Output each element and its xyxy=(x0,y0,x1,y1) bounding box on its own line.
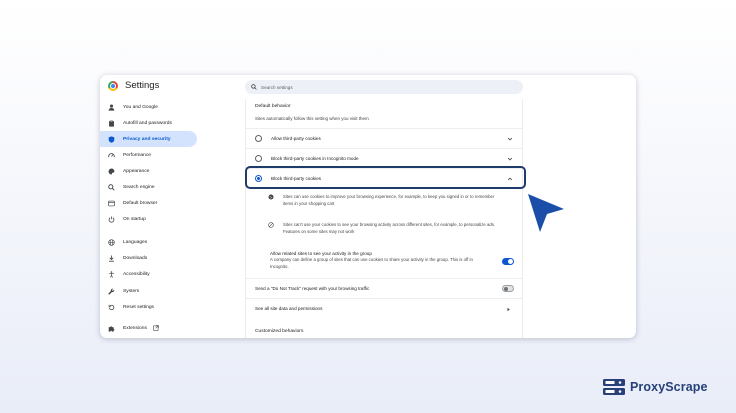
detail-cookies-blocked: Sites can't use your cookies to see your… xyxy=(268,221,503,235)
power-icon xyxy=(108,216,115,223)
option-label: Allow third-party cookies xyxy=(271,136,321,141)
browser-icon xyxy=(108,200,115,207)
option-label: Block third-party cookies in Incognito m… xyxy=(271,156,359,161)
chevron-down-icon[interactable] xyxy=(507,136,513,142)
sidebar-item-label: Search engine xyxy=(123,184,155,190)
puzzle-icon xyxy=(108,325,115,332)
section-heading: Default behavior xyxy=(255,104,291,109)
sidebar-item-label: Accessibility xyxy=(123,272,150,278)
sidebar-item-label: Reset settings xyxy=(123,304,154,310)
brand-logo: ProxyScrape xyxy=(602,378,708,396)
related-sites-toggle[interactable] xyxy=(502,258,514,265)
sidebar-item-languages[interactable]: Languages xyxy=(100,235,197,251)
reset-icon xyxy=(108,304,115,311)
sidebar-item-label: Default browser xyxy=(123,201,158,207)
download-icon xyxy=(108,255,115,262)
chevron-down-icon[interactable] xyxy=(507,156,513,162)
wrench-icon xyxy=(108,288,115,295)
sidebar-item-label: Appearance xyxy=(123,168,150,174)
dnt-label: Send a "Do Not Track" request with your … xyxy=(255,286,370,291)
sidebar-item-default-browser[interactable]: Default browser xyxy=(100,196,197,212)
sidebar-item-you-and-google[interactable]: You and Google xyxy=(100,99,197,115)
sidebar-item-label: Privacy and security xyxy=(123,136,171,142)
sidebar-item-system[interactable]: System xyxy=(100,283,197,299)
clipboard-icon xyxy=(108,119,115,127)
detail-cookies-allowed: Sites can use cookies to improve your br… xyxy=(268,193,503,207)
proxyscrape-logo-icon xyxy=(603,379,625,395)
sidebar-item-reset-settings[interactable]: Reset settings xyxy=(100,299,197,315)
sidebar-item-extensions[interactable]: Extensions xyxy=(100,320,197,336)
settings-content: Default behavior Sites automatically fol… xyxy=(245,99,523,338)
option-block-incognito[interactable]: Block third-party cookies in Incognito m… xyxy=(246,148,522,168)
sidebar-item-label: You and Google xyxy=(123,104,158,110)
dnt-row[interactable]: Send a "Do Not Track" request with your … xyxy=(246,278,522,298)
search-icon xyxy=(108,184,115,191)
app-title: Settings xyxy=(125,80,160,91)
related-sites-title: Allow related sites to see your activity… xyxy=(270,251,372,256)
detail-text: Sites can use cookies to improve your br… xyxy=(283,194,495,206)
section-description: Sites automatically follow this setting … xyxy=(255,116,369,121)
external-link-icon xyxy=(153,325,159,331)
sidebar-item-privacy[interactable]: Privacy and security xyxy=(100,131,197,148)
shield-icon xyxy=(108,136,115,143)
search-icon xyxy=(251,84,257,90)
sidebar-item-label: Languages xyxy=(123,240,148,246)
chrome-logo-icon xyxy=(108,81,118,91)
radio-button[interactable] xyxy=(255,135,262,142)
cookie-icon xyxy=(268,194,274,200)
sidebar-item-label: Performance xyxy=(123,152,151,158)
sidebar-item-autofill[interactable]: Autofill and passwords xyxy=(100,115,197,131)
sidebar: You and Google Autofill and passwords Pr… xyxy=(100,99,200,336)
related-sites-description: A company can define a group of sites th… xyxy=(270,257,473,269)
person-icon xyxy=(108,104,115,111)
radio-button[interactable] xyxy=(255,155,262,162)
sidebar-item-search-engine[interactable]: Search engine xyxy=(100,179,197,195)
sidebar-item-label: System xyxy=(123,288,140,294)
sidebar-item-performance[interactable]: Performance xyxy=(100,147,197,163)
site-data-link-row[interactable]: See all site data and permissions xyxy=(246,298,522,318)
option-allow-third-party[interactable]: Allow third-party cookies xyxy=(246,128,522,148)
accessibility-icon xyxy=(108,271,115,279)
sidebar-item-accessibility[interactable]: Accessibility xyxy=(100,267,197,283)
brand-name: ProxyScrape xyxy=(630,380,708,394)
sidebar-item-label: On startup xyxy=(123,217,146,223)
related-sites-setting: Allow related sites to see your activity… xyxy=(270,250,510,270)
sidebar-item-on-startup[interactable]: On startup xyxy=(100,212,197,228)
customized-behaviors-heading: Customized behaviors xyxy=(255,329,304,334)
sidebar-separator xyxy=(100,228,200,235)
block-icon xyxy=(268,222,274,228)
speedometer-icon xyxy=(108,152,115,159)
sidebar-item-label: Autofill and passwords xyxy=(123,120,172,126)
palette-icon xyxy=(108,168,115,175)
globe-icon xyxy=(108,239,115,246)
arrow-right-icon xyxy=(507,307,510,312)
detail-text: Sites can't use your cookies to see your… xyxy=(283,222,496,234)
sidebar-item-label: Extensions xyxy=(123,325,147,331)
sidebar-item-downloads[interactable]: Downloads xyxy=(100,251,197,267)
search-bar[interactable] xyxy=(245,80,523,94)
site-data-link[interactable]: See all site data and permissions xyxy=(255,306,322,311)
dnt-toggle[interactable] xyxy=(502,285,514,292)
sidebar-item-appearance[interactable]: Appearance xyxy=(100,163,197,179)
selected-option-highlight xyxy=(245,166,526,189)
pointer-cursor-icon xyxy=(528,194,564,232)
search-input[interactable] xyxy=(261,84,501,90)
sidebar-item-label: Downloads xyxy=(123,256,148,262)
